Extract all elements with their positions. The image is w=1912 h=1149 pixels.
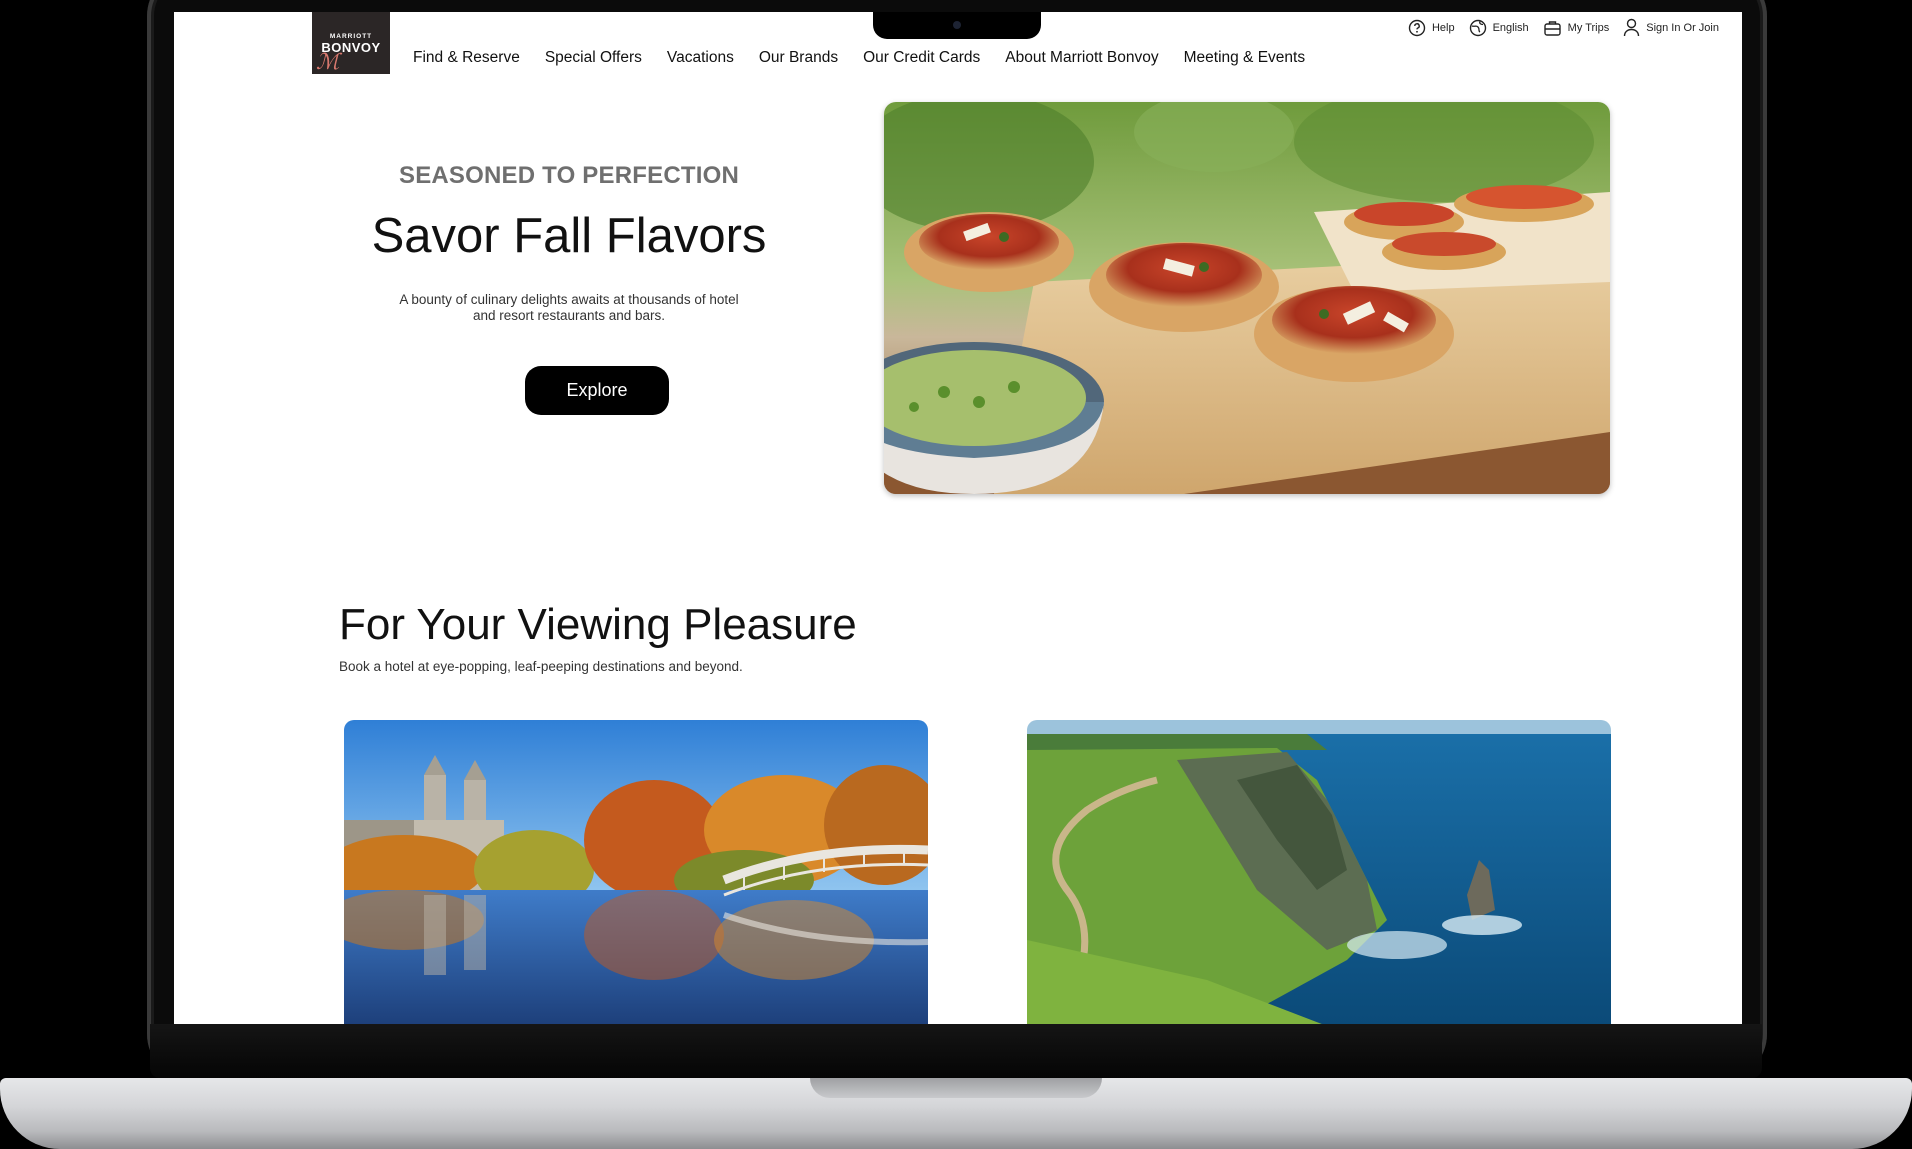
hero-description: A bounty of culinary delights awaits at … [399,292,739,323]
section-title: For Your Viewing Pleasure [339,600,857,649]
globe-icon [1469,19,1486,36]
language-selector[interactable]: English [1469,19,1529,37]
hero-food-image[interactable] [884,102,1610,494]
main-nav: Find & Reserve Special Offers Vacations … [413,49,1330,67]
hero-eyebrow: SEASONED TO PERFECTION [398,162,739,189]
nav-find-reserve[interactable]: Find & Reserve [413,49,520,67]
marriott-bonvoy-logo[interactable]: MARRIOTT BONVOY ℳ [312,12,390,75]
food-photo-illustration [884,102,1610,494]
hero-text-block: SEASONED TO PERFECTION Savor Fall Flavor… [344,162,794,324]
nav-our-brands[interactable]: Our Brands [759,49,838,67]
central-park-photo [344,720,928,1024]
my-trips-link[interactable]: My Trips [1543,19,1610,37]
browser-screen: MARRIOTT BONVOY ℳ Find & Reserve Special… [174,12,1742,1024]
laptop-hinge [150,1024,1762,1078]
hero-title: Savor Fall Flavors [371,209,767,263]
help-link[interactable]: Help [1408,19,1455,37]
destination-card-central-park[interactable] [344,720,928,1024]
nav-about-bonvoy[interactable]: About Marriott Bonvoy [1005,49,1158,67]
logo-small-text: MARRIOTT [329,33,373,40]
briefcase-icon [1543,20,1561,36]
sign-in-label: Sign In Or Join [1646,21,1719,34]
my-trips-label: My Trips [1567,21,1610,34]
nav-meeting-events[interactable]: Meeting & Events [1184,49,1305,67]
language-label: English [1492,21,1529,34]
nav-special-offers[interactable]: Special Offers [545,49,642,67]
logo-swash-icon: ℳ [316,50,340,75]
sign-in-link[interactable]: Sign In Or Join [1623,18,1719,37]
section-description: Book a hotel at eye-popping, leaf-peepin… [339,659,743,674]
help-label: Help [1431,21,1455,34]
utility-bar: Help English My Trips Sign In Or Join [1394,18,1719,37]
laptop-groove [810,1078,1102,1098]
help-icon [1408,19,1426,36]
cliffs-photo [1027,720,1611,1024]
laptop-base [0,1078,1912,1149]
camera-icon [953,21,961,29]
nav-credit-cards[interactable]: Our Credit Cards [863,49,980,67]
camera-notch [873,12,1041,39]
explore-button[interactable]: Explore [525,366,669,415]
destination-card-cliffs[interactable] [1027,720,1611,1024]
nav-vacations[interactable]: Vacations [667,49,734,67]
user-icon [1624,18,1640,37]
